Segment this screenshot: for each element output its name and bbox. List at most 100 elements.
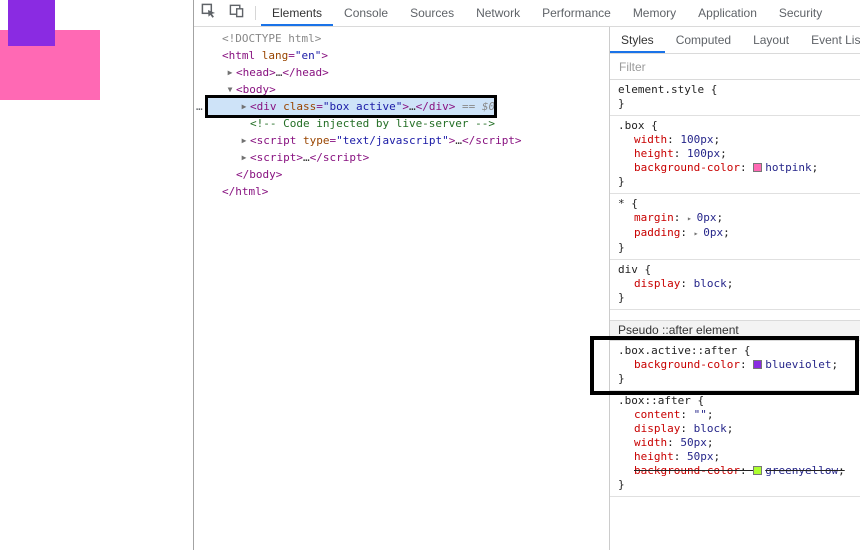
code-tag: = bbox=[288, 49, 295, 62]
css-declaration[interactable]: width: 100px; bbox=[618, 133, 852, 147]
colon: : bbox=[673, 147, 687, 160]
selector-text: element.style bbox=[618, 83, 705, 96]
css-selector-line[interactable]: .box.active::after { bbox=[618, 344, 852, 358]
open-brace: { bbox=[637, 263, 652, 276]
rendered-page-preview bbox=[0, 0, 193, 550]
css-declaration[interactable]: content: ""; bbox=[618, 408, 852, 422]
property-value: greenyellow bbox=[765, 464, 839, 477]
styles-tab-computed[interactable]: Computed bbox=[665, 27, 742, 53]
css-declaration[interactable]: background-color: blueviolet; bbox=[618, 358, 852, 372]
colon: : bbox=[739, 464, 754, 477]
dom-node[interactable]: ▶ <script>…</script> bbox=[194, 149, 609, 166]
colon: : bbox=[667, 133, 681, 146]
css-selector-line[interactable]: * { bbox=[618, 197, 852, 211]
dom-node[interactable]: </html> bbox=[194, 183, 609, 200]
tab-security[interactable]: Security bbox=[768, 0, 833, 26]
property-value: hotpink bbox=[765, 161, 812, 174]
tab-network[interactable]: Network bbox=[465, 0, 531, 26]
code-attr: lang bbox=[261, 49, 289, 62]
inspect-element-button[interactable] bbox=[194, 0, 222, 26]
tab-elements[interactable]: Elements bbox=[261, 0, 333, 26]
property-value: blueviolet bbox=[765, 358, 832, 371]
css-selector-line[interactable]: element.style { bbox=[618, 83, 852, 97]
expand-arrow-icon[interactable]: ▶ bbox=[238, 132, 250, 149]
property-name: padding bbox=[634, 226, 681, 239]
styles-panel: StylesComputedLayoutEvent Listeners elem… bbox=[590, 27, 860, 550]
code-attr: type bbox=[302, 134, 330, 147]
css-selector-line[interactable]: .box::after { bbox=[618, 394, 852, 408]
code-tag: </script> bbox=[461, 134, 522, 147]
property-name: background-color bbox=[634, 161, 740, 174]
css-declaration[interactable]: height: 50px; bbox=[618, 450, 852, 464]
property-value: 50px bbox=[687, 450, 714, 463]
dom-node[interactable]: ▶ <head>…</head> bbox=[194, 64, 609, 81]
css-declaration[interactable]: margin: ▸ 0px; bbox=[618, 211, 852, 226]
styles-tab-styles[interactable]: Styles bbox=[610, 27, 665, 53]
colon: : bbox=[739, 161, 754, 174]
colon: : bbox=[667, 436, 681, 449]
color-swatch[interactable] bbox=[753, 163, 763, 172]
code-tag: </html> bbox=[222, 185, 269, 198]
code-tag: > bbox=[402, 100, 409, 113]
styles-tab-bar: StylesComputedLayoutEvent Listeners bbox=[610, 27, 860, 54]
property-value: 100px bbox=[680, 133, 714, 146]
expand-triangle-icon[interactable]: ▸ bbox=[694, 229, 704, 238]
css-declaration[interactable]: display: block; bbox=[618, 422, 852, 436]
dom-node[interactable]: <!-- Code injected by live-server --> bbox=[194, 115, 609, 132]
code-val: "box active" bbox=[322, 100, 403, 113]
colon: : bbox=[673, 450, 687, 463]
code-tag: </script> bbox=[309, 151, 370, 164]
styles-tab-event-listeners[interactable]: Event Listeners bbox=[800, 27, 860, 53]
semicolon: ; bbox=[831, 358, 839, 371]
device-toolbar-button[interactable] bbox=[222, 0, 250, 26]
inspect-icon bbox=[201, 3, 216, 23]
semicolon: ; bbox=[811, 161, 819, 174]
property-name: height bbox=[634, 450, 674, 463]
css-declaration[interactable]: background-color: greenyellow; bbox=[618, 464, 852, 478]
close-brace: } bbox=[618, 478, 625, 491]
tab-console[interactable]: Console bbox=[333, 0, 399, 26]
code-val: "text/javascript" bbox=[336, 134, 449, 147]
dom-node[interactable]: ▶ <script type="text/javascript">…</scrip… bbox=[194, 132, 609, 149]
expand-arrow-icon[interactable]: ▶ bbox=[224, 64, 236, 81]
device-toolbar-icon bbox=[229, 3, 244, 23]
dom-node[interactable]: </body> bbox=[194, 166, 609, 183]
css-declaration[interactable]: width: 50px; bbox=[618, 436, 852, 450]
collapse-arrow-icon[interactable]: ▼ bbox=[224, 81, 236, 98]
semicolon: ; bbox=[726, 422, 734, 435]
dom-node[interactable]: <html lang="en"> bbox=[194, 47, 609, 64]
tab-sources[interactable]: Sources bbox=[399, 0, 465, 26]
property-value: block bbox=[693, 277, 727, 290]
semicolon: ; bbox=[723, 226, 730, 239]
dom-node[interactable]: ▼ <body> bbox=[194, 81, 609, 98]
tab-application[interactable]: Application bbox=[687, 0, 768, 26]
code-hint: == $0 bbox=[455, 100, 496, 113]
expand-triangle-icon[interactable]: ▸ bbox=[687, 214, 697, 223]
color-swatch[interactable] bbox=[753, 466, 763, 475]
css-selector-line[interactable]: .box { bbox=[618, 119, 852, 133]
expand-arrow-icon[interactable]: ▶ bbox=[238, 149, 250, 166]
css-declaration[interactable]: height: 100px; bbox=[618, 147, 852, 161]
filter-input[interactable] bbox=[610, 54, 860, 79]
more-menu-icon[interactable]: … bbox=[196, 98, 204, 115]
devtools-window: Elements Console Sources Network Performance… bbox=[193, 0, 860, 550]
property-name: display bbox=[634, 422, 681, 435]
styles-tab-layout[interactable]: Layout bbox=[742, 27, 800, 53]
css-rule: .box.active::after {background-color: bl… bbox=[590, 336, 860, 395]
dom-node[interactable]: … ▶ <div class="box active">…</div> == $0 bbox=[194, 95, 609, 118]
semicolon: ; bbox=[716, 211, 724, 224]
tab-performance[interactable]: Performance bbox=[531, 0, 622, 26]
tab-memory[interactable]: Memory bbox=[622, 0, 687, 26]
close-brace: } bbox=[618, 372, 625, 385]
css-selector-line[interactable]: div { bbox=[618, 263, 852, 277]
css-rules-list: element.style {} .box {width: 100px; heigh… bbox=[590, 80, 860, 550]
property-name: content bbox=[634, 408, 681, 421]
code-tag: </div> bbox=[415, 100, 456, 113]
expand-arrow-icon[interactable]: ▶ bbox=[238, 98, 250, 115]
css-declaration[interactable]: display: block; bbox=[618, 277, 852, 291]
dom-node[interactable]: <!DOCTYPE html> bbox=[194, 30, 609, 47]
css-declaration[interactable]: background-color: hotpink; bbox=[618, 161, 852, 175]
colon: : bbox=[680, 408, 694, 421]
color-swatch[interactable] bbox=[753, 360, 763, 369]
css-declaration[interactable]: padding: ▸ 0px; bbox=[618, 226, 852, 241]
